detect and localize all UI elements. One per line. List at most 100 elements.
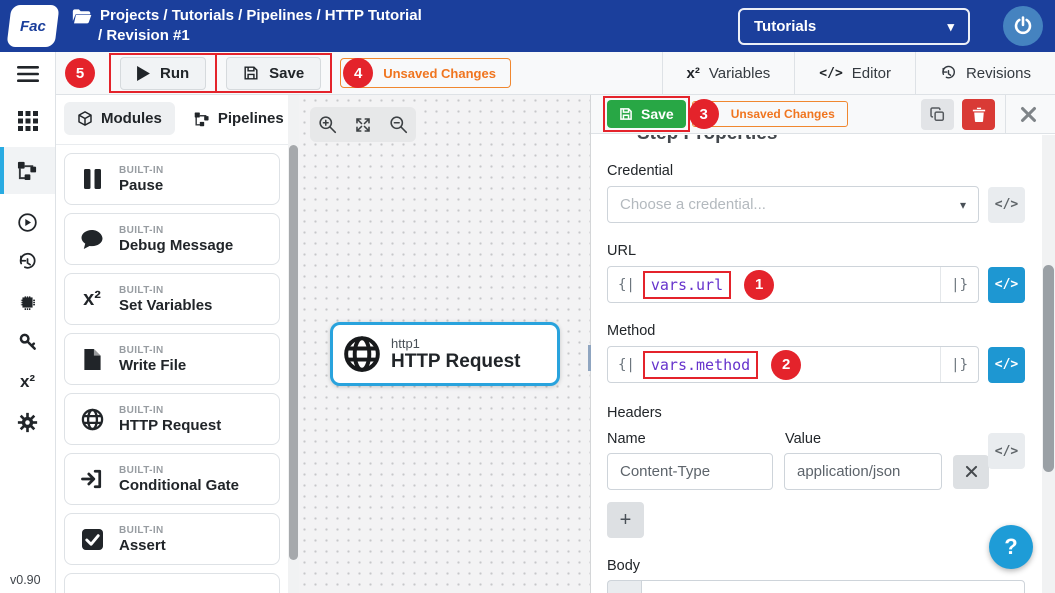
method-expression-field[interactable]: {| vars.method 2 |} xyxy=(607,346,979,383)
variables-label: Variables xyxy=(709,65,770,82)
tab-modules[interactable]: Modules xyxy=(64,102,175,135)
module-name: HTTP Request xyxy=(119,417,221,434)
history-clock-icon xyxy=(17,252,38,273)
sidebar-item-modules[interactable] xyxy=(0,282,55,322)
add-header-button[interactable]: + xyxy=(607,502,644,538)
module-card-conditional-gate[interactable]: BUILT-IN Conditional Gate xyxy=(64,453,280,505)
module-card-debug-message[interactable]: BUILT-IN Debug Message xyxy=(64,213,280,265)
sidebar-item-credentials[interactable] xyxy=(0,322,55,362)
annotation-step-5: 5 xyxy=(65,58,95,88)
globe-icon xyxy=(65,408,119,431)
revisions-button[interactable]: Revisions xyxy=(915,52,1055,94)
headers-section: Headers Name Value </> xyxy=(607,405,1025,490)
close-icon xyxy=(1020,106,1037,123)
x2-icon: x² xyxy=(687,65,700,82)
header-name-input[interactable] xyxy=(607,453,773,490)
step-properties-panel: Save 3 Unsaved Changes xyxy=(591,95,1055,593)
speech-bubble-icon xyxy=(65,229,119,250)
header-row xyxy=(607,453,1025,490)
sidebar-item-apps[interactable] xyxy=(0,101,55,141)
module-card-set-variables[interactable]: x² BUILT-IN Set Variables xyxy=(64,273,280,325)
close-panel-button[interactable] xyxy=(1005,95,1045,133)
tab-pipelines[interactable]: Pipelines xyxy=(181,102,288,135)
method-value[interactable]: vars.method xyxy=(643,351,758,379)
hamburger-icon xyxy=(17,66,39,82)
body-field-prefix xyxy=(607,580,641,593)
delete-step-button[interactable] xyxy=(962,99,995,130)
toolbar-right-group: x² Variables </> Editor Revisions xyxy=(662,52,1055,94)
scrollbar-thumb[interactable] xyxy=(1043,265,1054,472)
body-field-input[interactable] xyxy=(641,580,1025,593)
breadcrumb-line1[interactable]: Projects / Tutorials / Pipelines / HTTP … xyxy=(100,6,422,26)
properties-scrollbar[interactable] xyxy=(1042,135,1055,593)
floppy-icon xyxy=(619,107,633,121)
credential-select[interactable]: Choose a credential... ▾ xyxy=(607,186,979,223)
modules-scrollbar[interactable] xyxy=(288,95,299,593)
zoom-out-button[interactable] xyxy=(382,108,415,141)
module-badge: BUILT-IN xyxy=(119,465,239,476)
module-badge: BUILT-IN xyxy=(119,225,233,236)
run-button-label: Run xyxy=(160,65,189,82)
annotation-box-save: Save xyxy=(215,53,332,93)
url-value[interactable]: vars.url xyxy=(643,271,731,299)
menu-toggle-button[interactable] xyxy=(0,52,55,95)
url-expression-field[interactable]: {| vars.url 1 |} xyxy=(607,266,979,303)
pipeline-canvas[interactable]: http1 HTTP Request xyxy=(299,95,590,593)
x2-icon: x² xyxy=(65,288,119,311)
body-field-partial[interactable] xyxy=(607,580,1025,593)
header-value-input[interactable] xyxy=(784,453,942,490)
globe-icon xyxy=(333,335,391,373)
headers-code-toggle[interactable]: </> xyxy=(988,433,1025,469)
file-icon xyxy=(65,349,119,370)
node-http-request[interactable]: http1 HTTP Request xyxy=(330,322,560,386)
remove-header-button[interactable] xyxy=(953,455,989,489)
module-card-write-file[interactable]: BUILT-IN Write File xyxy=(64,333,280,385)
pipeline-flow-icon xyxy=(17,160,38,181)
headers-value-column-label: Value xyxy=(785,431,943,447)
tab-modules-label: Modules xyxy=(101,110,162,127)
module-card-http-request[interactable]: BUILT-IN HTTP Request xyxy=(64,393,280,445)
panel-unsaved-changes-badge: 3 Unsaved Changes xyxy=(692,101,848,127)
expr-open-token: {| xyxy=(608,277,639,293)
annotation-step-1: 1 xyxy=(744,270,774,300)
module-badge: BUILT-IN xyxy=(119,525,166,536)
top-bar: Fac Projects / Tutorials / Pipelines / H… xyxy=(0,0,1055,52)
workspace-selector[interactable]: Tutorials ▾ xyxy=(738,8,970,45)
sidebar-item-pipelines[interactable] xyxy=(0,147,55,194)
module-card-azure-partial[interactable]: MICROSOFT AZURE xyxy=(64,573,280,593)
save-button[interactable]: Save xyxy=(226,57,321,90)
credential-placeholder: Choose a credential... xyxy=(620,196,766,213)
sidebar-item-history[interactable] xyxy=(0,242,55,282)
url-code-toggle[interactable]: </> xyxy=(988,267,1025,303)
headers-name-column-label: Name xyxy=(607,431,773,447)
breadcrumb-line2: / Revision #1 xyxy=(98,26,422,46)
logout-button[interactable] xyxy=(1003,6,1043,46)
play-icon xyxy=(137,66,150,81)
node-id: http1 xyxy=(391,336,521,351)
editor-button[interactable]: </> Editor xyxy=(794,52,915,94)
gear-icon xyxy=(17,412,38,433)
unsaved-changes-badge: 4 Unsaved Changes xyxy=(340,58,511,88)
sidebar-item-runs[interactable] xyxy=(0,202,55,242)
run-button[interactable]: Run xyxy=(120,57,206,90)
app-logo-text: Fac xyxy=(20,18,46,35)
annotation-step-3: 3 xyxy=(689,99,719,129)
panel-save-button[interactable]: Save xyxy=(607,100,686,128)
module-badge: BUILT-IN xyxy=(119,285,212,296)
scrollbar-thumb[interactable] xyxy=(289,145,298,560)
variables-button[interactable]: x² Variables xyxy=(662,52,795,94)
app-logo[interactable]: Fac xyxy=(6,5,59,47)
module-badge: BUILT-IN xyxy=(119,165,164,176)
copy-icon xyxy=(930,107,945,122)
zoom-in-button[interactable] xyxy=(311,108,344,141)
help-button[interactable]: ? xyxy=(989,525,1033,569)
chip-icon xyxy=(17,292,38,313)
sidebar-item-variables[interactable]: x² xyxy=(0,362,55,402)
sidebar-item-settings[interactable] xyxy=(0,402,55,442)
module-card-assert[interactable]: BUILT-IN Assert xyxy=(64,513,280,565)
duplicate-step-button[interactable] xyxy=(921,99,954,130)
zoom-fit-button[interactable] xyxy=(346,108,379,141)
module-card-pause[interactable]: BUILT-IN Pause xyxy=(64,153,280,205)
credential-code-toggle[interactable]: </> xyxy=(988,187,1025,223)
method-code-toggle[interactable]: </> xyxy=(988,347,1025,383)
